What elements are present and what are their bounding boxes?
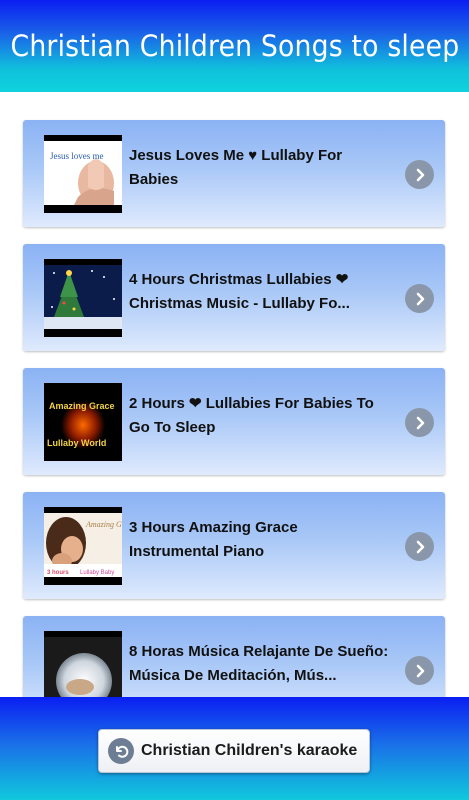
karaoke-button[interactable]: Christian Children's karaoke	[98, 729, 370, 773]
chevron-right-icon[interactable]	[405, 160, 434, 189]
song-title: 4 Hours Christmas Lullabies ❤ Christmas …	[129, 271, 350, 312]
christmas-tree-thumbnail	[44, 259, 122, 337]
song-list[interactable]: Jesus loves me Jesus Loves Me ♥ Lullaby …	[0, 92, 469, 697]
karaoke-button-label: Christian Children's karaoke	[141, 742, 358, 759]
list-item[interactable]: 8 Horas Música Relajante De Sueño: Músic…	[23, 616, 445, 697]
list-item[interactable]: Jesus loves me Jesus Loves Me ♥ Lullaby …	[23, 120, 445, 227]
back-arrow-icon	[108, 738, 134, 764]
app-header: Christian Children Songs to sleep	[0, 0, 469, 92]
song-title: Jesus Loves Me ♥ Lullaby For Babies	[129, 147, 343, 188]
svg-text:Amazing Grace: Amazing Grace	[85, 520, 122, 529]
song-title: 8 Horas Música Relajante De Sueño: Músic…	[129, 643, 389, 684]
chevron-right-icon[interactable]	[405, 408, 434, 437]
chevron-right-icon[interactable]	[405, 284, 434, 313]
jesus-loves-me-thumbnail: Jesus loves me	[44, 135, 122, 213]
chevron-right-icon[interactable]	[405, 532, 434, 561]
moon-baby-thumbnail	[44, 631, 122, 697]
svg-text:3 hours: 3 hours	[47, 570, 69, 576]
svg-text:Lullaby Baby: Lullaby Baby	[80, 570, 114, 576]
chevron-right-icon[interactable]	[405, 656, 434, 685]
mother-baby-thumbnail: Amazing Grace 3 hours Lullaby Baby	[44, 507, 122, 585]
page-title: Christian Children Songs to sleep	[10, 29, 459, 63]
list-item[interactable]: Amazing Grace 3 hours Lullaby Baby 3 Hou…	[23, 492, 445, 599]
svg-text:Amazing Grace: Amazing Grace	[49, 401, 115, 411]
list-item[interactable]: 4 Hours Christmas Lullabies ❤ Christmas …	[23, 244, 445, 351]
song-title: 3 Hours Amazing Grace Instrumental Piano	[129, 519, 298, 560]
svg-text:Lullaby World: Lullaby World	[47, 438, 106, 448]
amazing-grace-lullaby-world-thumbnail: Amazing Grace Lullaby World	[44, 383, 122, 461]
list-item[interactable]: Amazing Grace Lullaby World 2 Hours ❤ Lu…	[23, 368, 445, 475]
svg-text:Jesus loves me: Jesus loves me	[50, 151, 104, 161]
app-footer: Christian Children's karaoke	[0, 697, 469, 800]
song-title: 2 Hours ❤ Lullabies For Babies To Go To …	[129, 395, 374, 436]
